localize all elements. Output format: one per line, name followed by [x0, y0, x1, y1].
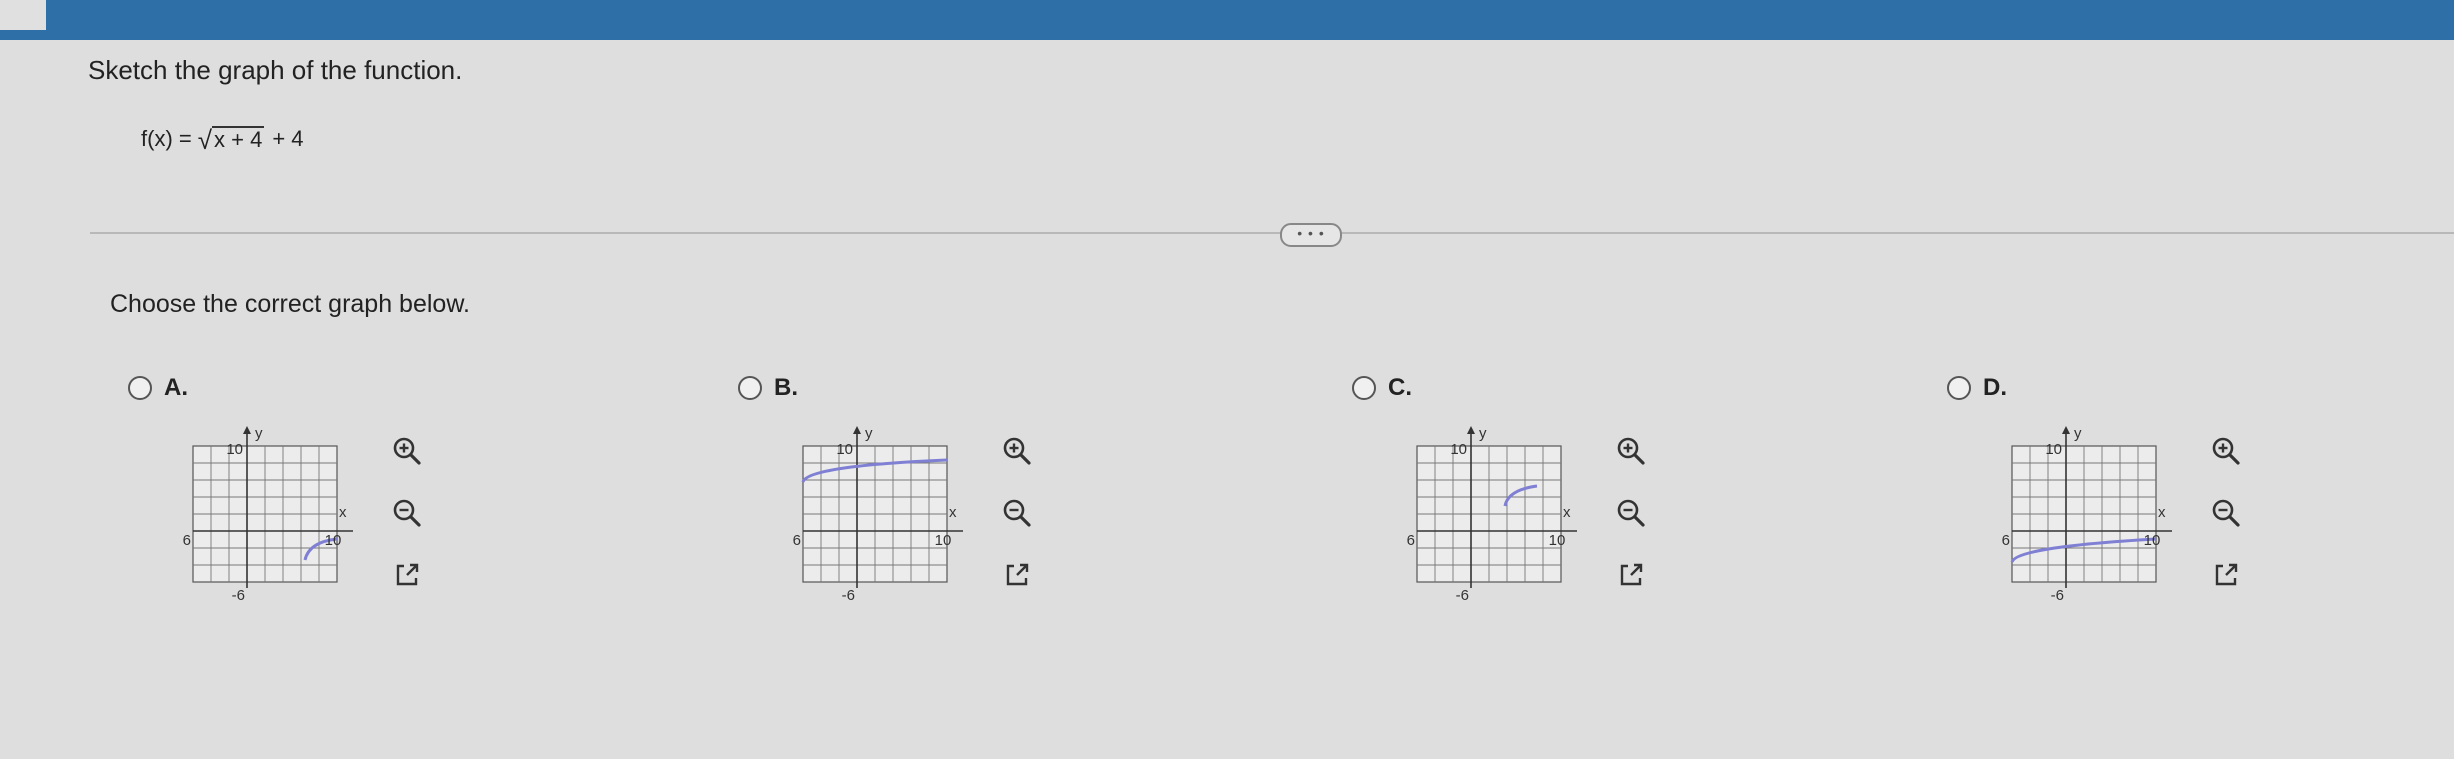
zoom-out-icon[interactable]	[390, 496, 424, 530]
tick-label-x-left: -6	[183, 532, 191, 549]
tick-label-x-right: 10	[935, 532, 952, 549]
zoom-out-icon[interactable]	[1614, 496, 1648, 530]
tick-label-y-top: 10	[1450, 441, 1467, 458]
graph-svg: y x 10 -6 10 -6	[178, 425, 363, 604]
square-root: √ x + 4	[197, 125, 265, 155]
graph-thumbnail[interactable]: y x 10 -6 10 -6	[788, 424, 973, 604]
open-new-window-icon[interactable]	[2209, 558, 2243, 592]
radio-button[interactable]	[738, 376, 762, 400]
graph-tools	[390, 434, 424, 620]
graph-tools	[1614, 434, 1648, 620]
formula-lhs: f(x) =	[141, 126, 192, 151]
section-divider	[90, 232, 2454, 234]
tick-label-y-bottom: -6	[842, 587, 855, 604]
formula-tail: + 4	[272, 126, 304, 151]
zoom-in-icon[interactable]	[390, 434, 424, 468]
zoom-out-icon[interactable]	[1000, 496, 1034, 530]
answer-option[interactable]: A. y x 10 -6 10 -6	[128, 372, 468, 632]
graph-svg: y x 10 -6 10 -6	[788, 425, 973, 604]
option-label: A.	[164, 374, 188, 401]
answer-prompt: Choose the correct graph below.	[110, 290, 470, 318]
graph-svg: y x 10 -6 10 -6	[1997, 425, 2182, 604]
more-button[interactable]: • • •	[1280, 223, 1342, 247]
radio-button[interactable]	[1352, 376, 1376, 400]
zoom-in-icon[interactable]	[1000, 434, 1034, 468]
graph-thumbnail[interactable]: y x 10 -6 10 -6	[178, 424, 363, 604]
graph-tools	[2209, 434, 2243, 620]
tick-label-y-bottom: -6	[2051, 587, 2064, 604]
axis-label-y: y	[865, 425, 873, 442]
zoom-in-icon[interactable]	[2209, 434, 2243, 468]
zoom-in-icon[interactable]	[1614, 434, 1648, 468]
axis-label-x: x	[339, 504, 347, 521]
axis-label-y: y	[2074, 425, 2082, 442]
answer-option[interactable]: C. y x 10 -6 10 -6	[1352, 372, 1692, 632]
axis-label-x: x	[1563, 504, 1571, 521]
option-label: D.	[1983, 374, 2007, 401]
tick-label-y-bottom: -6	[232, 587, 245, 604]
tick-label-x-left: -6	[1407, 532, 1415, 549]
tick-label-x-right: 10	[1549, 532, 1566, 549]
open-new-window-icon[interactable]	[1000, 558, 1034, 592]
tick-label-y-top: 10	[836, 441, 853, 458]
tick-label-x-left: -6	[793, 532, 801, 549]
tick-label-y-bottom: -6	[1456, 587, 1469, 604]
axis-label-y: y	[1479, 425, 1487, 442]
graph-thumbnail[interactable]: y x 10 -6 10 -6	[1402, 424, 1587, 604]
graph-svg: y x 10 -6 10 -6	[1402, 425, 1587, 604]
axis-label-x: x	[949, 504, 957, 521]
graph-tools	[1000, 434, 1034, 620]
axis-label-x: x	[2158, 504, 2166, 521]
graph-thumbnail[interactable]: y x 10 -6 10 -6	[1997, 424, 2182, 604]
option-label: B.	[774, 374, 798, 401]
axis-label-y: y	[255, 425, 263, 442]
answer-option[interactable]: B. y x 10 -6 10 -6	[738, 372, 1078, 632]
question-text: Sketch the graph of the function.	[88, 55, 463, 85]
function-formula: f(x) = √ x + 4 + 4	[141, 125, 304, 155]
radicand: x + 4	[212, 126, 265, 152]
tick-label-x-left: -6	[2002, 532, 2010, 549]
tick-label-y-top: 10	[226, 441, 243, 458]
top-bar	[0, 0, 2454, 40]
open-new-window-icon[interactable]	[390, 558, 424, 592]
radio-button[interactable]	[128, 376, 152, 400]
radical-sign: √	[197, 125, 213, 155]
tick-label-x-right: 10	[2144, 532, 2161, 549]
zoom-out-icon[interactable]	[2209, 496, 2243, 530]
tick-label-x-right: 10	[325, 532, 342, 549]
option-label: C.	[1388, 374, 1412, 401]
answer-option[interactable]: D. y x 10 -6 10 -6	[1947, 372, 2287, 632]
radio-button[interactable]	[1947, 376, 1971, 400]
top-bar-tab	[0, 0, 46, 30]
open-new-window-icon[interactable]	[1614, 558, 1648, 592]
tick-label-y-top: 10	[2045, 441, 2062, 458]
